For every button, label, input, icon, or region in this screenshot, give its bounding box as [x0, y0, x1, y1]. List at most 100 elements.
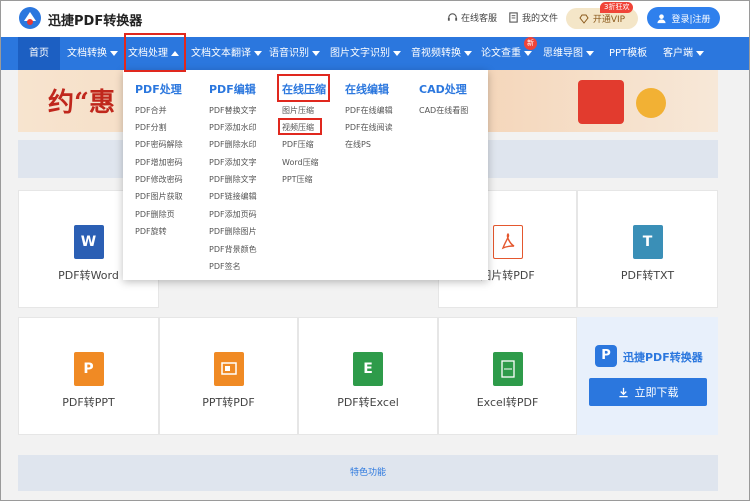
download-now-label: 立即下载: [634, 386, 679, 399]
caret-down-icon: [110, 50, 118, 56]
menu-item[interactable]: PDF分割: [135, 122, 167, 133]
nav-home-label: 首页: [29, 48, 49, 59]
open-vip-label: 开通VIP: [592, 15, 626, 25]
menu-item[interactable]: PDF压缩: [282, 139, 314, 150]
app-logo-icon[interactable]: [18, 6, 42, 30]
menu-item[interactable]: CAD在线看图: [419, 105, 468, 116]
menu-item[interactable]: PDF替换文字: [209, 105, 257, 116]
online-service-link[interactable]: 在线客服: [447, 11, 497, 24]
nav-ppt-template[interactable]: PPT模板: [609, 37, 647, 70]
menu-item[interactable]: PDF删除页: [135, 209, 175, 220]
banner-text: 约“惠: [48, 88, 115, 118]
tool-card-pdf-to-txt[interactable]: T PDF转TXT: [577, 190, 718, 308]
nav-av-convert[interactable]: 音视频转换: [411, 37, 472, 70]
nav-speech-recognition[interactable]: 语音识别: [269, 37, 320, 70]
ppt-icon: P: [73, 352, 104, 386]
menu-item[interactable]: 在线PS: [345, 139, 371, 150]
pdf-file-glyph-icon: [500, 360, 515, 378]
menu-item[interactable]: Word压缩: [282, 157, 319, 168]
menu-item[interactable]: PDF添加文字: [209, 157, 257, 168]
menu-item[interactable]: PDF添加页码: [209, 209, 257, 220]
tool-card-pdf-to-ppt[interactable]: P PDF转PPT: [18, 317, 159, 435]
gift-box-icon: [578, 80, 624, 124]
menu-item[interactable]: PDF图片获取: [135, 191, 183, 202]
menu-item[interactable]: PDF删除文字: [209, 174, 257, 185]
my-files-link[interactable]: 我的文件: [508, 11, 558, 24]
menu-item[interactable]: PDF链接编辑: [209, 191, 257, 202]
new-badge: 新: [524, 37, 537, 50]
menu-item[interactable]: PDF增加密码: [135, 157, 183, 168]
nav-mind-map-label: 思维导图: [543, 48, 583, 59]
tool-card-ppt-to-pdf[interactable]: PPT转PDF: [159, 317, 298, 435]
col-title-pdf-edit: PDF编辑: [209, 83, 256, 96]
menu-item[interactable]: PDF签名: [209, 261, 241, 272]
download-now-button[interactable]: 立即下载: [589, 378, 707, 406]
tool-label: Excel转PDF: [476, 396, 539, 409]
brand-name[interactable]: 迅捷PDF转换器: [48, 10, 142, 29]
caret-down-icon: [586, 50, 594, 56]
tool-label: PDF转Excel: [337, 396, 399, 409]
vip-discount-badge: 3折狂欢: [600, 2, 634, 13]
col-title-pdf-process: PDF处理: [135, 83, 182, 96]
tool-label: PDF转PPT: [62, 396, 115, 409]
menu-item[interactable]: PDF旋转: [135, 226, 167, 237]
menu-item[interactable]: PDF删除图片: [209, 226, 257, 237]
menu-item[interactable]: PDF合并: [135, 105, 167, 116]
pdf-file-icon: [492, 225, 523, 259]
menu-item-video-compress[interactable]: 视频压缩: [282, 122, 314, 133]
nav-ppt-template-label: PPT模板: [609, 48, 648, 59]
nav-doc-translate[interactable]: 文档文本翻译: [191, 37, 262, 70]
nav-mind-map[interactable]: 思维导图: [543, 37, 594, 70]
caret-down-icon: [254, 50, 262, 56]
excel-file-icon: [492, 352, 523, 386]
caret-down-icon: [524, 50, 532, 56]
tool-card-pdf-to-excel[interactable]: E PDF转Excel: [298, 317, 438, 435]
word-icon: W: [73, 225, 104, 259]
nav-doc-convert[interactable]: 文档转换: [67, 37, 118, 70]
download-icon: [618, 387, 628, 397]
download-brand: 迅捷PDF转换器: [623, 351, 703, 364]
pdf-glyph-icon: [501, 233, 514, 250]
coin-icon: [636, 88, 666, 118]
col-title-online-compress: 在线压缩: [282, 83, 326, 96]
menu-item[interactable]: PDF删除水印: [209, 139, 257, 150]
caret-up-icon: [171, 50, 179, 56]
my-files-label: 我的文件: [522, 14, 559, 24]
ppt-file-icon: [213, 352, 244, 386]
caret-down-icon: [393, 50, 401, 56]
nav-image-ocr-label: 图片文字识别: [330, 48, 390, 59]
download-card: P 迅捷PDF转换器 立即下载: [577, 317, 718, 435]
nav-home[interactable]: 首页: [18, 37, 60, 70]
caret-down-icon: [696, 50, 704, 56]
featured-functions-bar[interactable]: 特色功能: [18, 455, 718, 491]
nav-doc-translate-label: 文档文本翻译: [191, 48, 251, 59]
menu-item[interactable]: PPT压缩: [282, 174, 313, 185]
excel-icon: E: [353, 352, 383, 386]
login-register-button[interactable]: 登录|注册: [647, 7, 720, 29]
nav-client[interactable]: 客户端: [663, 37, 704, 70]
headset-icon: [447, 13, 458, 21]
menu-item[interactable]: PDF密码解除: [135, 139, 183, 150]
col-title-cad-process: CAD处理: [419, 83, 467, 96]
menu-item[interactable]: PDF修改密码: [135, 174, 183, 185]
caret-down-icon: [312, 50, 320, 56]
tool-label: PPT转PDF: [202, 396, 255, 409]
col-title-online-edit: 在线编辑: [345, 83, 389, 96]
user-icon: [657, 13, 667, 23]
main-nav: 首页 文档转换 文档处理 文档文本翻译 语音识别 图片文字识别 音视频转换 论文…: [0, 37, 750, 70]
nav-doc-process-label: 文档处理: [128, 48, 168, 59]
top-header: 迅捷PDF转换器 在线客服 我的文件 3折狂欢 开通VIP 登录|注册: [0, 0, 750, 37]
online-service-label: 在线客服: [461, 14, 498, 24]
menu-item[interactable]: 图片压缩: [282, 105, 314, 116]
nav-doc-process[interactable]: 文档处理: [128, 37, 179, 70]
doc-process-dropdown: PDF处理 PDF合并 PDF分割 PDF密码解除 PDF增加密码 PDF修改密…: [123, 70, 488, 280]
nav-av-convert-label: 音视频转换: [411, 48, 461, 59]
nav-image-ocr[interactable]: 图片文字识别: [330, 37, 401, 70]
nav-paper-check-label: 论文查重: [481, 48, 521, 59]
menu-item[interactable]: PDF在线阅读: [345, 122, 393, 133]
menu-item[interactable]: PDF在线编辑: [345, 105, 393, 116]
login-register-label: 登录|注册: [671, 14, 711, 25]
menu-item[interactable]: PDF添加水印: [209, 122, 257, 133]
menu-item[interactable]: PDF背景颜色: [209, 244, 257, 255]
tool-card-excel-to-pdf[interactable]: Excel转PDF: [438, 317, 577, 435]
